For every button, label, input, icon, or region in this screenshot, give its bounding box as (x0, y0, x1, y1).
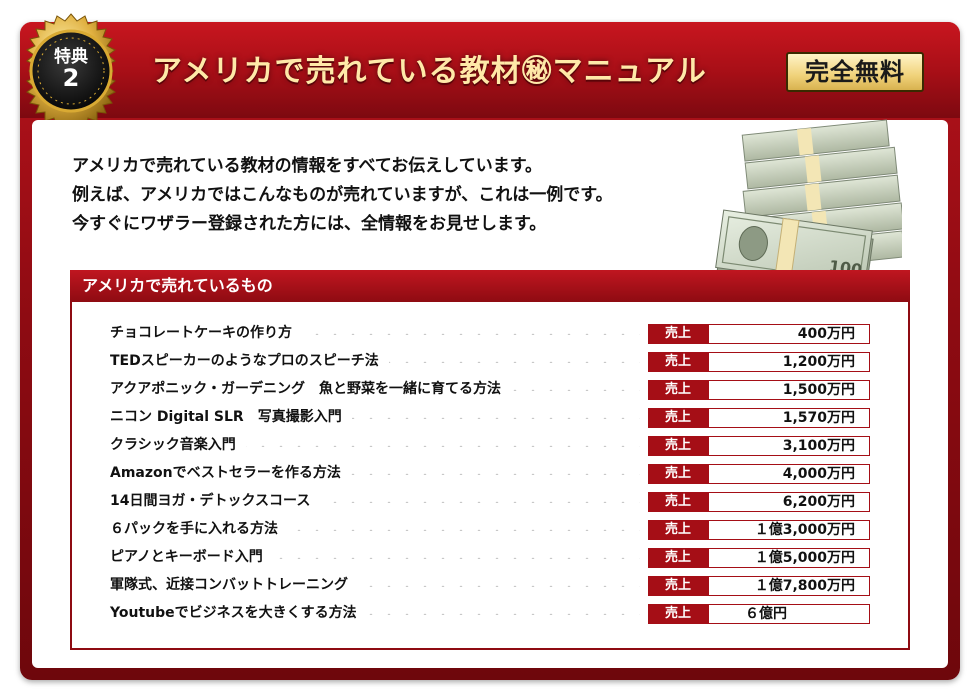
sales-amount: 400万円 (708, 324, 870, 344)
sales-amount: １億7,800万円 (708, 576, 870, 596)
intro-line: 例えば、アメリカではこんなものが売れていますが、これは一例です。 (72, 185, 613, 205)
sales-tag: 売上 (648, 576, 708, 596)
list-item: ニコン Digital SLR 写真撮影入門 売上 1,570万円 (110, 406, 870, 434)
free-badge: 完全無料 (786, 52, 924, 92)
item-name: アクアポニック・ガーデニング 魚と野菜を一緒に育てる方法 (110, 378, 512, 406)
item-name: TEDスピーカーのようなプロのスピーチ法 (110, 350, 389, 378)
list-item: Amazonでベストセラーを作る方法 売上 4,000万円 (110, 462, 870, 490)
list-item: アクアポニック・ガーデニング 魚と野菜を一緒に育てる方法 売上 1,500万円 (110, 378, 870, 406)
sales-tag: 売上 (648, 436, 708, 456)
sales-amount: 3,100万円 (708, 436, 870, 456)
item-name: ピアノとキーボード入門 (110, 546, 273, 574)
intro-line: 今すぐにワザラー登録された方には、全情報をお見せします。 (72, 214, 547, 234)
list-item: ６パックを手に入れる方法 売上 １億3,000万円 (110, 518, 870, 546)
list-item: Youtubeでビジネスを大きくする方法 売上 ６億円 (110, 602, 870, 630)
sales-amount: 1,570万円 (708, 408, 870, 428)
sales-amount: １億5,000万円 (708, 548, 870, 568)
sales-amount: 1,200万円 (708, 352, 870, 372)
sales-list: チョコレートケーキの作り方 売上 400万円 TEDスピーカーのようなプロのスピ… (110, 322, 870, 630)
medal-label-number: 2 (62, 64, 80, 92)
intro-line: アメリカで売れている教材の情報をすべてお伝えしています。 (72, 156, 543, 176)
list-item: 軍隊式、近接コンバットトレーニング 売上 １億7,800万円 (110, 574, 870, 602)
sales-tag: 売上 (648, 492, 708, 512)
sales-tag: 売上 (648, 324, 708, 344)
list-item: クラシック音楽入門 売上 3,100万円 (110, 434, 870, 462)
item-name: ニコン Digital SLR 写真撮影入門 (110, 406, 352, 434)
item-name: チョコレートケーキの作り方 (110, 322, 302, 350)
item-name: 14日間ヨガ・デトックスコース (110, 490, 321, 518)
sales-tag: 売上 (648, 548, 708, 568)
sales-tag: 売上 (648, 604, 708, 624)
list-heading: アメリカで売れているもの (70, 270, 910, 302)
list-item: TEDスピーカーのようなプロのスピーチ法 売上 1,200万円 (110, 350, 870, 378)
sales-amount: 6,200万円 (708, 492, 870, 512)
sales-tag: 売上 (648, 464, 708, 484)
sales-tag: 売上 (648, 380, 708, 400)
sales-amount: 1,500万円 (708, 380, 870, 400)
item-name: Amazonでベストセラーを作る方法 (110, 462, 351, 490)
sales-tag: 売上 (648, 520, 708, 540)
list-item: チョコレートケーキの作り方 売上 400万円 (110, 322, 870, 350)
intro-text: アメリカで売れている教材の情報をすべてお伝えしています。 例えば、アメリカではこ… (72, 152, 712, 239)
item-name: 軍隊式、近接コンバットトレーニング (110, 574, 358, 602)
page-title: アメリカで売れている教材㊙マニュアル (152, 54, 707, 89)
sales-amount: ６億円 (708, 604, 870, 624)
item-name: ６パックを手に入れる方法 (110, 518, 288, 546)
list-item: 14日間ヨガ・デトックスコース 売上 6,200万円 (110, 490, 870, 518)
sales-tag: 売上 (648, 352, 708, 372)
item-name: Youtubeでビジネスを大きくする方法 (110, 602, 367, 630)
sales-amount: 4,000万円 (708, 464, 870, 484)
sales-amount: １億3,000万円 (708, 520, 870, 540)
list-item: ピアノとキーボード入門 売上 １億5,000万円 (110, 546, 870, 574)
sales-tag: 売上 (648, 408, 708, 428)
item-name: クラシック音楽入門 (110, 434, 246, 462)
